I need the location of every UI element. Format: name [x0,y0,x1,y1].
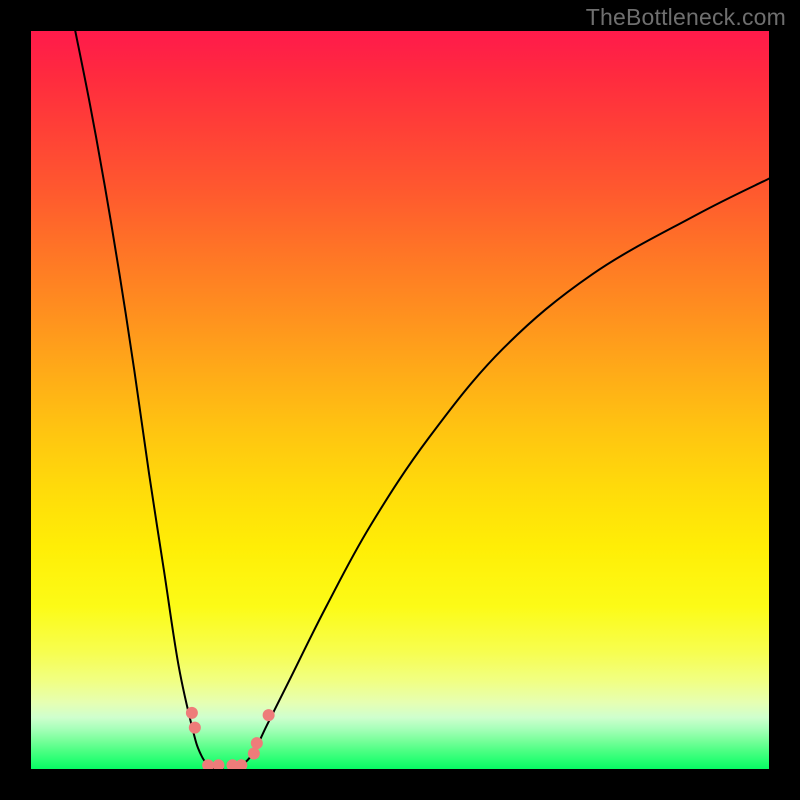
scatter-dot [186,707,198,719]
scatter-dot [263,709,275,721]
curve-left-branch [75,31,223,769]
scatter-dot [212,759,224,769]
scatter-dot [189,722,201,734]
scatter-dot [251,737,263,749]
curve-right-branch [238,179,769,769]
chart-frame: TheBottleneck.com [0,0,800,800]
watermark-text: TheBottleneck.com [586,4,786,31]
scatter-dot [248,748,260,760]
plot-area [31,31,769,769]
scatter-dot [235,759,247,769]
curve-layer [31,31,769,769]
